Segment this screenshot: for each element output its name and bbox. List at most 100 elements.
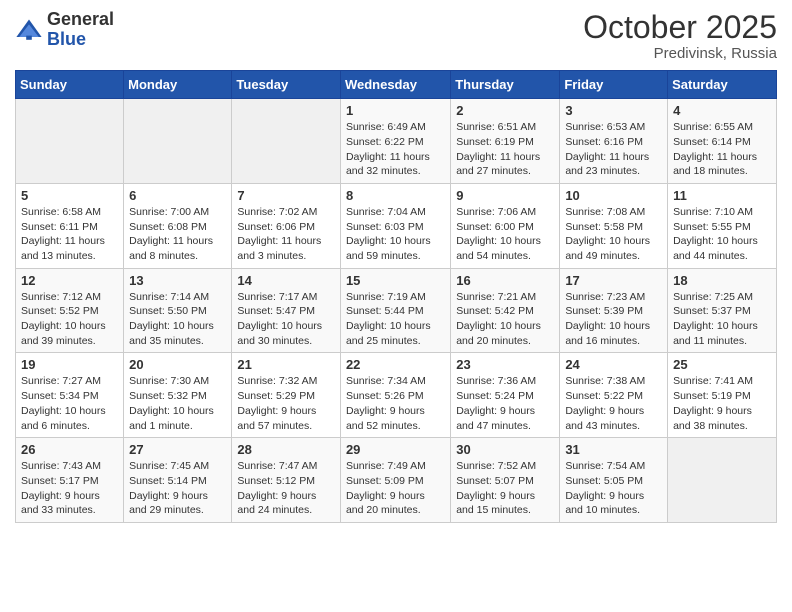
day-info: Sunrise: 7:41 AM Sunset: 5:19 PM Dayligh… xyxy=(673,374,771,433)
day-number: 28 xyxy=(237,442,335,457)
day-info: Sunrise: 7:23 AM Sunset: 5:39 PM Dayligh… xyxy=(565,290,662,349)
weekday-header: Tuesday xyxy=(232,71,341,99)
calendar-cell: 1Sunrise: 6:49 AM Sunset: 6:22 PM Daylig… xyxy=(340,99,450,184)
weekday-header: Saturday xyxy=(668,71,777,99)
day-number: 29 xyxy=(346,442,445,457)
calendar-cell xyxy=(124,99,232,184)
calendar-cell xyxy=(668,438,777,523)
weekday-header: Thursday xyxy=(451,71,560,99)
calendar-cell: 21Sunrise: 7:32 AM Sunset: 5:29 PM Dayli… xyxy=(232,353,341,438)
day-number: 5 xyxy=(21,188,118,203)
calendar-cell: 27Sunrise: 7:45 AM Sunset: 5:14 PM Dayli… xyxy=(124,438,232,523)
calendar-cell: 16 Sunrise: 7:21 AM Sunset: 5:42 PM Dayli… xyxy=(451,268,560,353)
calendar-cell: 28 Sunrise: 7:47 AM Sunset: 5:12 PM Dayli… xyxy=(232,438,341,523)
weekday-header: Wednesday xyxy=(340,71,450,99)
day-info: Sunrise: 7:04 AM Sunset: 6:03 PM Dayligh… xyxy=(346,205,445,264)
calendar-cell: 26 Sunrise: 7:43 AM Sunset: 5:17 PM Dayli… xyxy=(16,438,124,523)
day-number: 14 xyxy=(237,273,335,288)
day-info: Sunrise: 7:38 AM Sunset: 5:22 PM Dayligh… xyxy=(565,374,662,433)
day-number: 10 xyxy=(565,188,662,203)
day-number: 22 xyxy=(346,357,445,372)
day-number: 21 xyxy=(237,357,335,372)
calendar-cell: 4 Sunrise: 6:55 AM Sunset: 6:14 PM Daylig… xyxy=(668,99,777,184)
day-number: 18 xyxy=(673,273,771,288)
calendar-cell: 29 Sunrise: 7:49 AM Sunset: 5:09 PM Dayli… xyxy=(340,438,450,523)
calendar-cell: 10Sunrise: 7:08 AM Sunset: 5:58 PM Dayli… xyxy=(560,183,668,268)
day-number: 2 xyxy=(456,103,554,118)
day-number: 12 xyxy=(21,273,118,288)
day-number: 19 xyxy=(21,357,118,372)
day-number: 20 xyxy=(129,357,226,372)
day-info: Sunrise: 7:12 AM Sunset: 5:52 PM Dayligh… xyxy=(21,290,118,349)
day-number: 25 xyxy=(673,357,771,372)
day-info: Sunrise: 7:30 AM Sunset: 5:32 PM Dayligh… xyxy=(129,374,226,433)
page: General Blue October 2025 Predivinsk, Ru… xyxy=(0,0,792,538)
logo: General Blue xyxy=(15,10,114,50)
calendar-cell: 2 Sunrise: 6:51 AM Sunset: 6:19 PM Daylig… xyxy=(451,99,560,184)
month-title: October 2025 xyxy=(583,10,777,45)
day-info: Sunrise: 7:00 AM Sunset: 6:08 PM Dayligh… xyxy=(129,205,226,264)
logo-text: General Blue xyxy=(47,10,114,50)
day-info: Sunrise: 7:54 AM Sunset: 5:05 PM Dayligh… xyxy=(565,459,662,518)
logo-icon xyxy=(15,16,43,44)
day-number: 17 xyxy=(565,273,662,288)
calendar-cell: 15 Sunrise: 7:19 AM Sunset: 5:44 PM Dayli… xyxy=(340,268,450,353)
day-number: 27 xyxy=(129,442,226,457)
title-block: October 2025 Predivinsk, Russia xyxy=(583,10,777,62)
weekday-header: Sunday xyxy=(16,71,124,99)
calendar-cell: 3 Sunrise: 6:53 AM Sunset: 6:16 PM Daylig… xyxy=(560,99,668,184)
day-number: 31 xyxy=(565,442,662,457)
day-info: Sunrise: 7:19 AM Sunset: 5:44 PM Dayligh… xyxy=(346,290,445,349)
day-number: 4 xyxy=(673,103,771,118)
calendar-week-row: 1Sunrise: 6:49 AM Sunset: 6:22 PM Daylig… xyxy=(16,99,777,184)
header: General Blue October 2025 Predivinsk, Ru… xyxy=(15,10,777,62)
calendar-week-row: 19Sunrise: 7:27 AM Sunset: 5:34 PM Dayli… xyxy=(16,353,777,438)
calendar-cell: 9Sunrise: 7:06 AM Sunset: 6:00 PM Daylig… xyxy=(451,183,560,268)
day-number: 24 xyxy=(565,357,662,372)
day-info: Sunrise: 7:47 AM Sunset: 5:12 PM Dayligh… xyxy=(237,459,335,518)
calendar-cell: 7Sunrise: 7:02 AM Sunset: 6:06 PM Daylig… xyxy=(232,183,341,268)
calendar-week-row: 12 Sunrise: 7:12 AM Sunset: 5:52 PM Dayli… xyxy=(16,268,777,353)
day-number: 6 xyxy=(129,188,226,203)
day-number: 1 xyxy=(346,103,445,118)
day-info: Sunrise: 7:36 AM Sunset: 5:24 PM Dayligh… xyxy=(456,374,554,433)
calendar-week-row: 26 Sunrise: 7:43 AM Sunset: 5:17 PM Dayli… xyxy=(16,438,777,523)
calendar-cell: 11Sunrise: 7:10 AM Sunset: 5:55 PM Dayli… xyxy=(668,183,777,268)
day-info: Sunrise: 7:25 AM Sunset: 5:37 PM Dayligh… xyxy=(673,290,771,349)
day-info: Sunrise: 6:51 AM Sunset: 6:19 PM Dayligh… xyxy=(456,120,554,179)
day-info: Sunrise: 6:53 AM Sunset: 6:16 PM Dayligh… xyxy=(565,120,662,179)
weekday-header: Friday xyxy=(560,71,668,99)
day-number: 26 xyxy=(21,442,118,457)
calendar-cell: 18 Sunrise: 7:25 AM Sunset: 5:37 PM Dayli… xyxy=(668,268,777,353)
calendar-cell: 13Sunrise: 7:14 AM Sunset: 5:50 PM Dayli… xyxy=(124,268,232,353)
calendar-cell: 17 Sunrise: 7:23 AM Sunset: 5:39 PM Dayli… xyxy=(560,268,668,353)
day-info: Sunrise: 7:34 AM Sunset: 5:26 PM Dayligh… xyxy=(346,374,445,433)
calendar-cell: 19Sunrise: 7:27 AM Sunset: 5:34 PM Dayli… xyxy=(16,353,124,438)
calendar-week-row: 5 Sunrise: 6:58 AM Sunset: 6:11 PM Daylig… xyxy=(16,183,777,268)
day-number: 7 xyxy=(237,188,335,203)
calendar-cell: 22 Sunrise: 7:34 AM Sunset: 5:26 PM Dayli… xyxy=(340,353,450,438)
weekday-header: Monday xyxy=(124,71,232,99)
day-number: 15 xyxy=(346,273,445,288)
calendar-table: SundayMondayTuesdayWednesdayThursdayFrid… xyxy=(15,70,777,523)
calendar-cell: 23 Sunrise: 7:36 AM Sunset: 5:24 PM Dayli… xyxy=(451,353,560,438)
calendar-cell xyxy=(16,99,124,184)
day-info: Sunrise: 7:21 AM Sunset: 5:42 PM Dayligh… xyxy=(456,290,554,349)
calendar-cell: 12 Sunrise: 7:12 AM Sunset: 5:52 PM Dayli… xyxy=(16,268,124,353)
calendar-cell: 31 Sunrise: 7:54 AM Sunset: 5:05 PM Dayli… xyxy=(560,438,668,523)
day-number: 16 xyxy=(456,273,554,288)
day-info: Sunrise: 7:10 AM Sunset: 5:55 PM Dayligh… xyxy=(673,205,771,264)
day-info: Sunrise: 7:43 AM Sunset: 5:17 PM Dayligh… xyxy=(21,459,118,518)
calendar-cell: 25 Sunrise: 7:41 AM Sunset: 5:19 PM Dayli… xyxy=(668,353,777,438)
calendar-cell: 6 Sunrise: 7:00 AM Sunset: 6:08 PM Daylig… xyxy=(124,183,232,268)
day-number: 23 xyxy=(456,357,554,372)
day-number: 3 xyxy=(565,103,662,118)
calendar-cell xyxy=(232,99,341,184)
day-number: 8 xyxy=(346,188,445,203)
day-info: Sunrise: 7:49 AM Sunset: 5:09 PM Dayligh… xyxy=(346,459,445,518)
day-info: Sunrise: 6:55 AM Sunset: 6:14 PM Dayligh… xyxy=(673,120,771,179)
day-number: 30 xyxy=(456,442,554,457)
day-number: 9 xyxy=(456,188,554,203)
day-info: Sunrise: 6:58 AM Sunset: 6:11 PM Dayligh… xyxy=(21,205,118,264)
calendar-cell: 14Sunrise: 7:17 AM Sunset: 5:47 PM Dayli… xyxy=(232,268,341,353)
